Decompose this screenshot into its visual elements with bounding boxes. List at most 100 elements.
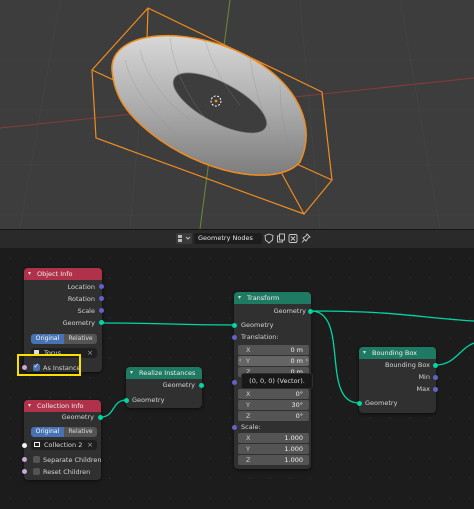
relative-button[interactable]: Relative: [64, 427, 97, 437]
axis-z-label: Z: [246, 412, 251, 420]
axis-y-label: Y: [246, 445, 250, 453]
translation-input-socket[interactable]: [232, 335, 237, 340]
original-button[interactable]: Original: [31, 427, 64, 437]
location-output-socket[interactable]: [99, 284, 104, 289]
bounding-box-title: Bounding Box: [372, 349, 418, 357]
collapse-chevron-icon[interactable]: ▾: [28, 270, 31, 277]
geometry-output-socket[interactable]: [308, 309, 313, 314]
scale-z-value: 1.000: [284, 456, 303, 464]
vector-tooltip: (0, 0, 0) (Vector).: [241, 373, 313, 389]
separate-children-checkbox[interactable]: [33, 456, 40, 463]
realize-instances-node[interactable]: ▾ Realize Instances Geometry Geometry: [124, 367, 204, 408]
scale-y-field[interactable]: Y 1.000: [238, 444, 309, 454]
rotation-z-value: 0°: [295, 412, 303, 420]
input-geometry-label: Geometry: [365, 399, 398, 407]
geometry-input-socket[interactable]: [232, 323, 237, 328]
increment-arrow-icon[interactable]: ›: [306, 356, 308, 366]
realize-instances-header[interactable]: ▾ Realize Instances: [126, 367, 202, 379]
scale-output-socket[interactable]: [99, 308, 104, 313]
scale-z-field[interactable]: Z 1.000: [238, 455, 309, 465]
output-geometry-label: Geometry: [162, 381, 195, 389]
min-output-socket[interactable]: [433, 375, 438, 380]
geometry-output-socket[interactable]: [98, 415, 103, 420]
collection-info-title: Collection Info: [37, 402, 84, 410]
fake-user-shield-icon[interactable]: [264, 233, 274, 244]
reset-children-label: Reset Children: [43, 468, 91, 476]
duplicate-icon[interactable]: [276, 233, 286, 244]
link-transform-to-boundingbox: [310, 310, 360, 404]
bounding-box-header[interactable]: ▾ Bounding Box: [359, 347, 436, 359]
unlink-x-icon[interactable]: [288, 233, 298, 244]
rotation-y-value: 30°: [291, 401, 303, 409]
collapse-chevron-icon[interactable]: ▾: [363, 349, 366, 356]
link-collectioninfo-to-realize: [100, 399, 127, 418]
rotation-output-socket[interactable]: [99, 296, 104, 301]
translation-label: Translation:: [241, 333, 279, 341]
rotation-x-value: 0°: [295, 390, 303, 398]
collection-info-node[interactable]: ▾ Collection Info Geometry Original Rela…: [22, 400, 103, 480]
collection-field[interactable]: Collection 2 ×: [31, 440, 97, 450]
output-scale-label: Scale: [77, 307, 96, 315]
translation-y-field[interactable]: ‹ Y 0 m ›: [238, 356, 309, 366]
reset-children-input-socket[interactable]: [22, 469, 27, 474]
transform-header[interactable]: ▾ Transform: [234, 292, 311, 304]
translation-y-value: 0 m: [290, 357, 303, 365]
axis-y-label: Y: [246, 401, 250, 409]
output-min-label: Min: [418, 373, 430, 381]
max-output-socket[interactable]: [433, 387, 438, 392]
scale-input-socket[interactable]: [232, 425, 237, 430]
transform-space-toggle: Original Relative: [31, 334, 97, 344]
clear-object-icon[interactable]: ×: [87, 348, 93, 358]
output-bounding-box-label: Bounding Box: [384, 361, 430, 369]
node-editor-canvas[interactable]: ▾ Object Info Location Rotation Scale Ge…: [0, 248, 474, 509]
pin-icon[interactable]: [301, 233, 311, 244]
geometry-output-socket[interactable]: [199, 383, 204, 388]
relative-button[interactable]: Relative: [64, 334, 97, 344]
output-max-label: Max: [416, 385, 430, 393]
collection-info-header[interactable]: ▾ Collection Info: [24, 400, 101, 412]
axis-x-label: X: [246, 390, 251, 398]
translation-x-value: 0 m: [290, 346, 303, 354]
original-button[interactable]: Original: [31, 334, 64, 344]
editor-type-icon[interactable]: [176, 233, 192, 244]
link-objectinfo-to-transform: [101, 322, 235, 326]
reset-children-checkbox[interactable]: [33, 468, 40, 475]
as-instance-highlight-box: [17, 354, 81, 376]
collapse-chevron-icon[interactable]: ▾: [28, 402, 31, 409]
collection-box-icon: [34, 442, 40, 447]
axis-z-label: Z: [246, 456, 251, 464]
collection-value: Collection 2: [44, 441, 83, 449]
scale-x-field[interactable]: X 1.000: [238, 433, 309, 443]
separate-children-input-socket[interactable]: [22, 457, 27, 462]
object-info-header[interactable]: ▾ Object Info: [24, 268, 102, 280]
geometry-input-socket[interactable]: [124, 398, 129, 403]
scale-y-value: 1.000: [284, 445, 303, 453]
rotation-y-field[interactable]: Y 30°: [238, 400, 309, 410]
collapse-chevron-icon[interactable]: ▾: [130, 369, 133, 376]
decrement-arrow-icon[interactable]: ‹: [239, 356, 241, 366]
input-geometry-label: Geometry: [132, 396, 165, 404]
axis-x-label: X: [246, 346, 251, 354]
rotation-z-field[interactable]: Z 0°: [238, 411, 309, 421]
clear-collection-icon[interactable]: ×: [87, 440, 93, 450]
collapse-chevron-icon[interactable]: ▾: [238, 294, 241, 301]
node-tree-name-field[interactable]: Geometry Nodes: [194, 233, 262, 244]
input-geometry-label: Geometry: [241, 321, 274, 329]
rotation-input-socket[interactable]: [232, 380, 237, 385]
collection-input-socket[interactable]: [22, 443, 27, 448]
link-transform-offscreen: [310, 310, 474, 322]
geometry-output-socket[interactable]: [99, 320, 104, 325]
bounding-box-node[interactable]: ▾ Bounding Box Bounding Box Min Max Geom…: [357, 347, 438, 413]
transform-space-toggle: Original Relative: [31, 427, 97, 437]
rotation-x-field[interactable]: X 0°: [238, 389, 309, 399]
axis-x-label: X: [246, 434, 251, 442]
translation-x-field[interactable]: X 0 m: [238, 345, 309, 355]
3d-viewport[interactable]: [0, 0, 474, 229]
realize-instances-title: Realize Instances: [139, 369, 196, 377]
bounding-box-output-socket[interactable]: [433, 363, 438, 368]
axis-y-label: Y: [246, 357, 250, 365]
separate-children-label: Separate Children: [43, 456, 102, 464]
link-boundingbox-offscreen: [435, 342, 474, 366]
geometry-input-socket[interactable]: [357, 401, 362, 406]
output-geometry-label: Geometry: [62, 319, 95, 327]
